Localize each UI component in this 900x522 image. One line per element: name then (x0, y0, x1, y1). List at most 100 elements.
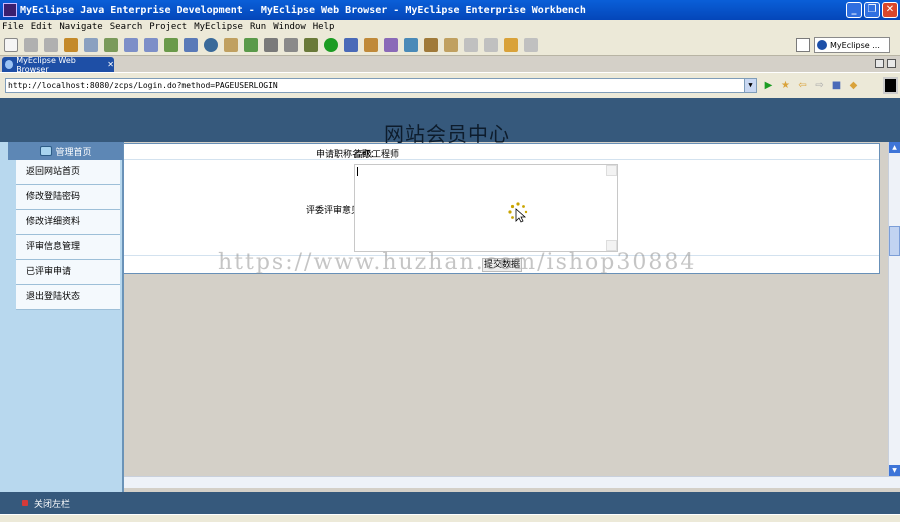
tab-label: MyEclipse Web Browser (16, 55, 76, 74)
new-project-icon[interactable] (164, 37, 178, 52)
window-title: MyEclipse Java Enterprise Development - … (20, 4, 586, 16)
open-folder-icon[interactable] (364, 37, 378, 52)
menu-edit[interactable]: Edit (31, 22, 53, 32)
close-button[interactable]: ✕ (882, 2, 898, 18)
menu-run[interactable]: Run (250, 22, 266, 32)
url-dropdown-icon[interactable]: ▼ (744, 79, 756, 92)
sidebar-item-change-password[interactable]: 修改登陆密码 (16, 185, 120, 210)
pin-icon[interactable] (464, 37, 478, 52)
web-page: 网站会员中心 管理首页 返回网站首页 修改登陆密码 修改详细资料 评审信息管理 … (0, 98, 900, 522)
go-button[interactable]: ▶ (762, 79, 775, 92)
sidebar-item-reviewed-applications[interactable]: 已评审申请 (16, 260, 120, 285)
stop-button[interactable] (883, 77, 898, 94)
gear-icon[interactable] (384, 37, 398, 52)
address-bar: http://localhost:8080/zcps/Login.do?meth… (0, 72, 900, 98)
view-maximize-button[interactable] (887, 59, 896, 68)
myeclipse-app-icon (3, 3, 17, 17)
save-icon[interactable] (24, 37, 38, 52)
computer-icon (40, 146, 53, 156)
tab-web-browser[interactable]: MyEclipse Web Browser ✕ (2, 55, 114, 74)
busy-cursor-icon (508, 202, 528, 223)
textarea-scroll-down[interactable] (606, 240, 617, 251)
sidebar: 管理首页 返回网站首页 修改登陆密码 修改详细资料 评审信息管理 已评审申请 退… (0, 142, 124, 492)
review-form: 申请职称名称： 高级工程师 评委评审意见： 提交数据 (123, 143, 880, 274)
tab-close-icon[interactable]: ✕ (107, 60, 114, 69)
scroll-thumb[interactable] (889, 226, 900, 256)
myeclipse-perspective-icon (817, 40, 827, 50)
sidebar-item-home[interactable]: 返回网站首页 (16, 160, 120, 185)
page-vertical-scrollbar[interactable]: ▲ ▼ (888, 142, 900, 476)
new-file-icon[interactable] (4, 37, 18, 52)
brush-icon[interactable] (444, 37, 458, 52)
menu-project[interactable]: Project (149, 22, 187, 32)
server-icon[interactable] (104, 37, 118, 52)
view-controls (875, 59, 896, 68)
bug-icon[interactable] (304, 37, 318, 52)
browser-icon (5, 60, 14, 69)
sidebar-menu: 返回网站首页 修改登陆密码 修改详细资料 评审信息管理 已评审申请 退出登陆状态 (16, 160, 120, 310)
back-button[interactable]: ⇦ (796, 79, 809, 92)
menu-window[interactable]: Window (273, 22, 306, 32)
deploy-icon[interactable] (124, 37, 138, 52)
main-toolbar: MyEclipse ... (0, 34, 900, 56)
search-icon[interactable] (344, 37, 358, 52)
menu-myeclipse[interactable]: MyEclipse (194, 22, 243, 32)
window-titlebar: MyEclipse Java Enterprise Development - … (0, 0, 900, 20)
review-opinion-row: 评委评审意见： (124, 160, 879, 256)
sidebar-item-logout[interactable]: 退出登陆状态 (16, 285, 120, 310)
globe-icon[interactable] (204, 37, 218, 52)
status-bar (0, 514, 900, 522)
review-opinion-textarea[interactable] (354, 164, 618, 252)
sidebar-item-edit-profile[interactable]: 修改详细资料 (16, 210, 120, 235)
plugin-icon[interactable] (424, 37, 438, 52)
close-sidebar-icon[interactable] (22, 500, 28, 506)
perspective-switcher[interactable]: MyEclipse ... (814, 37, 890, 53)
next-annotation-icon[interactable] (484, 37, 498, 52)
sidebar-item-review-management[interactable]: 评审信息管理 (16, 235, 120, 260)
textarea-scroll-up[interactable] (606, 165, 617, 176)
terminal-icon[interactable] (264, 37, 278, 52)
sidebar-header-label: 管理首页 (55, 147, 92, 158)
refresh-icon[interactable] (404, 37, 418, 52)
text-caret (357, 167, 358, 176)
url-input[interactable]: http://localhost:8080/zcps/Login.do?meth… (5, 78, 757, 93)
folder-icon[interactable] (224, 37, 238, 52)
window-controls: _ ❐ ✕ (846, 2, 898, 18)
sidebar-header: 管理首页 (8, 142, 124, 160)
wizard-icon[interactable] (184, 37, 198, 52)
forward-button[interactable]: ⇨ (813, 79, 826, 92)
back-icon[interactable] (504, 37, 518, 52)
site-header: 网站会员中心 (0, 98, 900, 146)
menu-search[interactable]: Search (110, 22, 143, 32)
menu-help[interactable]: Help (313, 22, 335, 32)
perspective-label: MyEclipse ... (830, 40, 880, 50)
minimize-button[interactable]: _ (846, 2, 862, 18)
submit-button[interactable]: 提交数据 (482, 258, 522, 272)
print-icon[interactable] (44, 37, 58, 52)
package-icon[interactable] (64, 37, 78, 52)
scroll-down-icon[interactable]: ▼ (889, 465, 900, 476)
redeploy-icon[interactable] (144, 37, 158, 52)
url-text: http://localhost:8080/zcps/Login.do?meth… (8, 81, 278, 90)
view-minimize-button[interactable] (875, 59, 884, 68)
favorites-icon[interactable]: ★ (779, 79, 792, 92)
debug-tool-icon[interactable] (84, 37, 98, 52)
scroll-up-icon[interactable]: ▲ (889, 142, 900, 153)
forward-icon[interactable] (524, 37, 538, 52)
home-button[interactable]: ◆ (847, 79, 860, 92)
refresh-button[interactable]: ■ (830, 79, 843, 92)
job-title-row: 申请职称名称： 高级工程师 (124, 144, 879, 160)
open-perspective-icon[interactable] (796, 38, 810, 52)
menu-navigate[interactable]: Navigate (59, 22, 102, 32)
job-title-value: 高级工程师 (354, 150, 400, 160)
run-icon[interactable] (324, 37, 338, 52)
menu-file[interactable]: File (2, 22, 24, 32)
open-type-icon[interactable] (244, 37, 258, 52)
close-sidebar-link[interactable]: 关闭左栏 (34, 497, 70, 510)
editor-tab-row: MyEclipse Web Browser ✕ (0, 55, 900, 74)
maximize-button[interactable]: ❐ (864, 2, 880, 18)
menu-bar: File Edit Navigate Search Project MyEcli… (0, 20, 900, 34)
page-footer: 关闭左栏 (0, 492, 900, 514)
palette-icon[interactable] (284, 37, 298, 52)
page-horizontal-scrollbar[interactable] (124, 476, 900, 488)
